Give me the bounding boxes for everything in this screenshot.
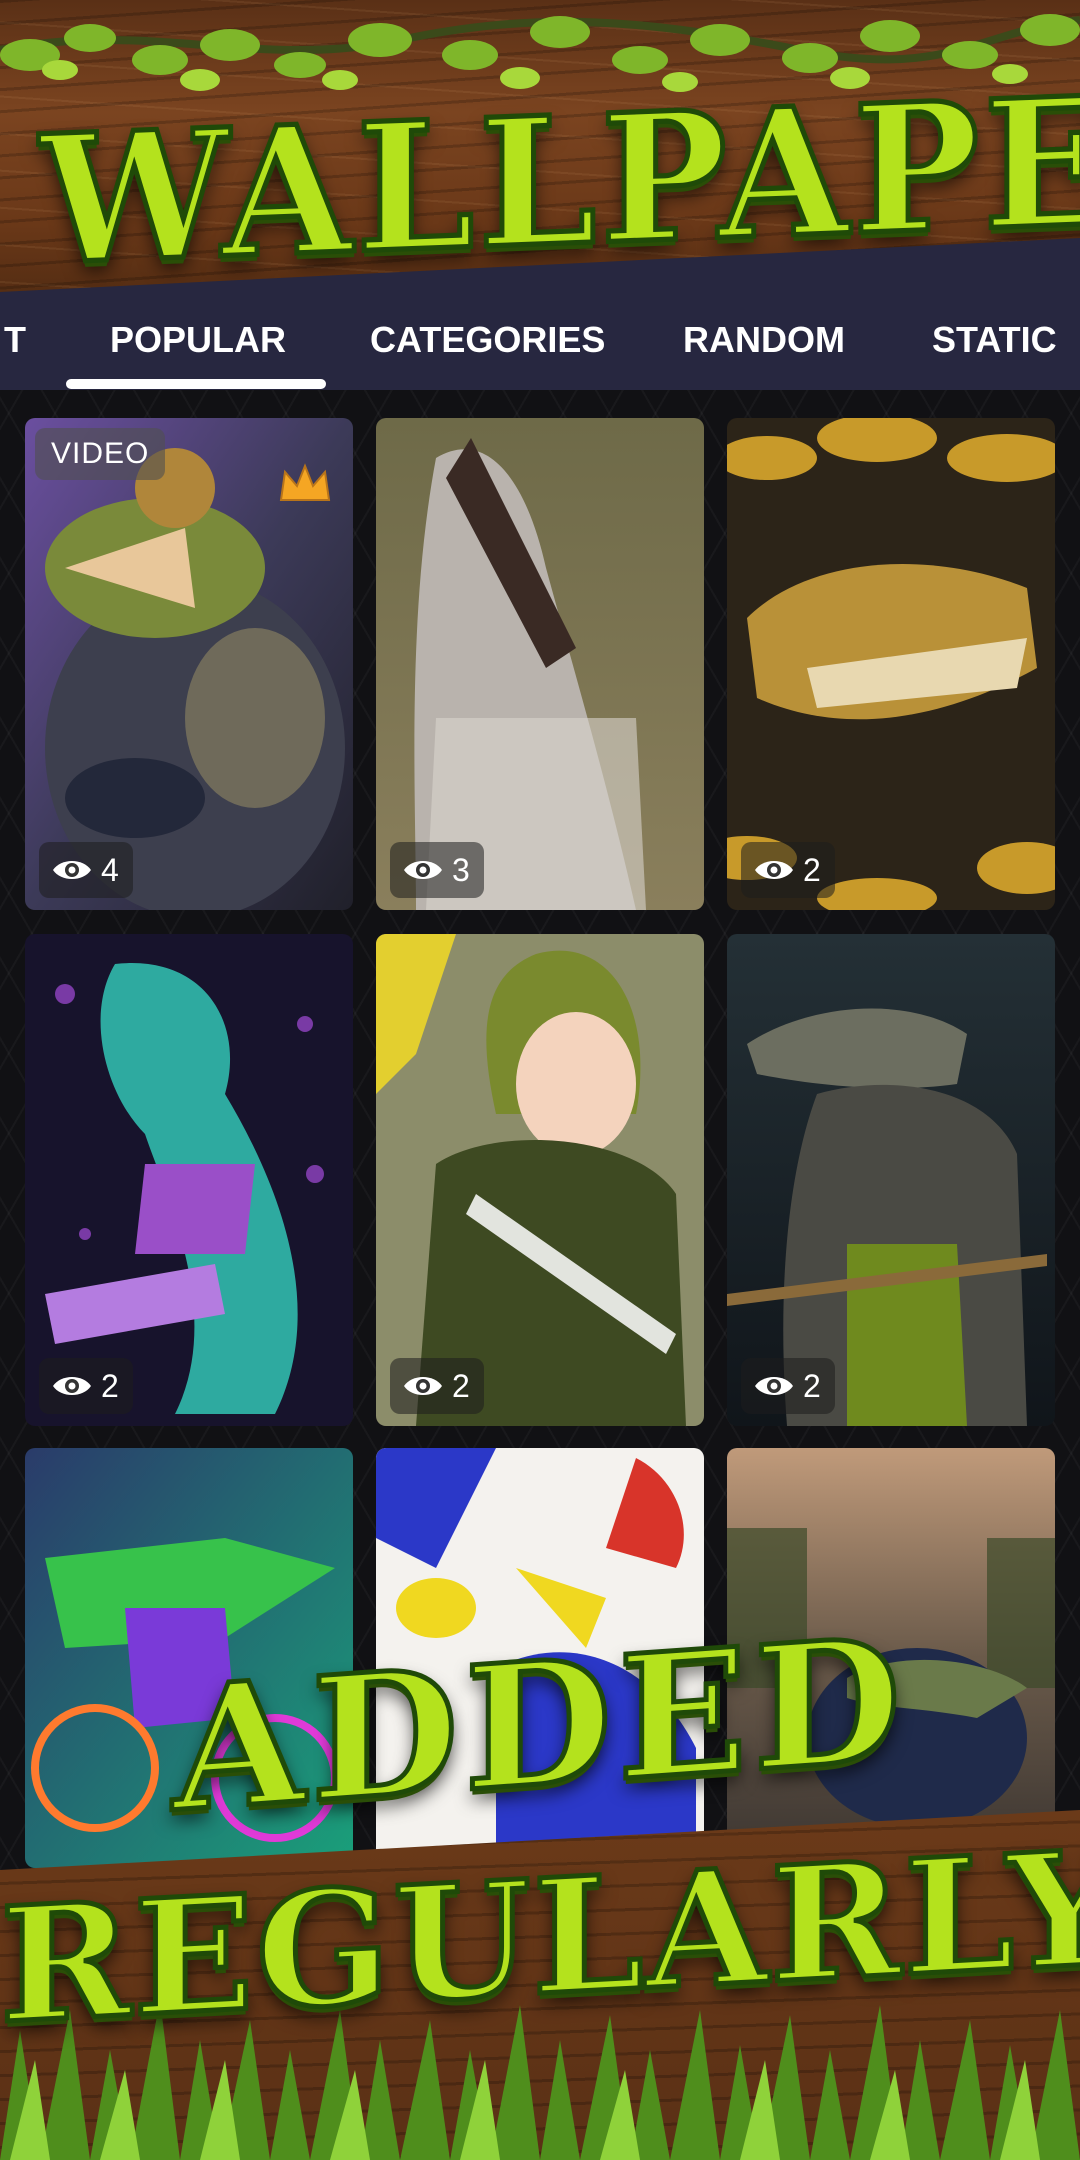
view-count: 3 [390, 842, 484, 898]
tab-popular[interactable]: POPULAR [110, 310, 286, 370]
wallpaper-thumbnail [727, 934, 1055, 1426]
tab-partial[interactable]: T [4, 310, 26, 370]
view-count-value: 3 [452, 851, 470, 888]
view-count: 4 [39, 842, 133, 898]
view-count: 2 [741, 842, 835, 898]
tab-bar: T POPULAR CATEGORIES RANDOM STATIC [0, 290, 1080, 390]
wallpaper-thumbnail [727, 418, 1055, 910]
view-count: 2 [390, 1358, 484, 1414]
view-count: 2 [741, 1358, 835, 1414]
eye-icon [404, 861, 442, 879]
view-count-value: 2 [803, 851, 821, 888]
view-count-value: 4 [101, 851, 119, 888]
wallpaper-card[interactable]: 2 [25, 934, 353, 1426]
active-tab-indicator [66, 379, 326, 389]
view-count-value: 2 [101, 1367, 119, 1404]
eye-icon [53, 861, 91, 879]
tab-static[interactable]: STATIC [932, 310, 1057, 370]
tab-random[interactable]: RANDOM [683, 310, 845, 370]
view-count-value: 2 [452, 1367, 470, 1404]
eye-icon [755, 861, 793, 879]
wallpaper-thumbnail [25, 934, 353, 1426]
eye-icon [404, 1377, 442, 1395]
view-count-value: 2 [803, 1367, 821, 1404]
wallpaper-card[interactable]: VIDEO 4 [25, 418, 353, 910]
view-count: 2 [39, 1358, 133, 1414]
wallpaper-card[interactable]: 2 [376, 934, 704, 1426]
wallpaper-card[interactable]: 3 [376, 418, 704, 910]
wallpaper-thumbnail [376, 934, 704, 1426]
eye-icon [755, 1377, 793, 1395]
eye-icon [53, 1377, 91, 1395]
video-badge: VIDEO [35, 428, 166, 480]
wallpaper-thumbnail [376, 418, 704, 910]
wallpaper-card[interactable]: 2 [727, 418, 1055, 910]
tab-categories[interactable]: CATEGORIES [370, 310, 605, 370]
wallpaper-card[interactable]: 2 [727, 934, 1055, 1426]
crown-icon [279, 463, 331, 501]
